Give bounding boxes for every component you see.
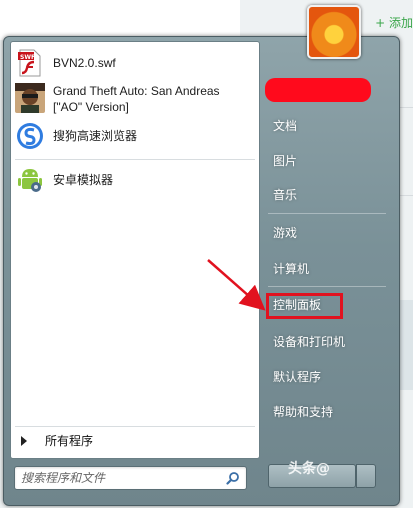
program-name: Grand Theft Auto: San Andreas ["AO" Vers… [53,84,220,114]
divider [268,213,386,214]
divider [268,286,386,287]
background-header [0,0,240,40]
program-item-gta[interactable]: Grand Theft Auto: San Andreas ["AO" Vers… [15,83,243,115]
shutdown-options-button[interactable] [356,464,376,488]
start-menu: SWF BVN2.0.swf Grand Theft Auto: San And… [3,36,400,506]
control-panel-highlight-box [266,293,343,319]
menu-item-games[interactable]: 游戏 [273,224,297,241]
search-input[interactable] [21,470,217,486]
sogou-browser-icon [15,121,45,151]
program-item-android[interactable]: 安卓模拟器 [15,164,113,194]
menu-item-documents[interactable]: 文档 [273,117,297,134]
all-programs-label: 所有程序 [45,434,94,448]
user-avatar[interactable] [307,5,361,59]
menu-item-music[interactable]: 音乐 [273,186,297,203]
programs-pane: SWF BVN2.0.swf Grand Theft Auto: San And… [10,41,260,459]
all-programs-button[interactable]: 所有程序 [21,432,93,449]
search-box[interactable] [14,466,247,490]
menu-item-default-programs[interactable]: 默认程序 [273,368,321,385]
svg-text:SWF: SWF [20,54,35,61]
flash-file-icon: SWF [15,48,45,78]
gta-sa-icon [15,83,45,113]
expand-arrow-icon [21,435,27,446]
program-item-sogou[interactable]: 搜狗高速浏览器 [15,121,137,151]
menu-item-help-support[interactable]: 帮助和支持 [273,403,333,420]
divider [15,159,255,160]
program-name: 搜狗高速浏览器 [53,129,138,143]
program-item-bvn[interactable]: SWF BVN2.0.swf [15,48,116,78]
menu-item-computer[interactable]: 计算机 [273,260,309,277]
watermark: 头条@ [288,461,330,477]
redacted-username [265,78,371,102]
program-name: 安卓模拟器 [53,173,114,187]
search-icon[interactable] [226,471,240,485]
menu-item-devices-printers[interactable]: 设备和打印机 [273,333,345,350]
divider [15,426,255,427]
android-emulator-icon [15,164,45,194]
menu-item-pictures[interactable]: 图片 [273,152,297,169]
program-name: BVN2.0.swf [53,56,116,70]
add-link[interactable]: + 添加 [375,14,413,31]
